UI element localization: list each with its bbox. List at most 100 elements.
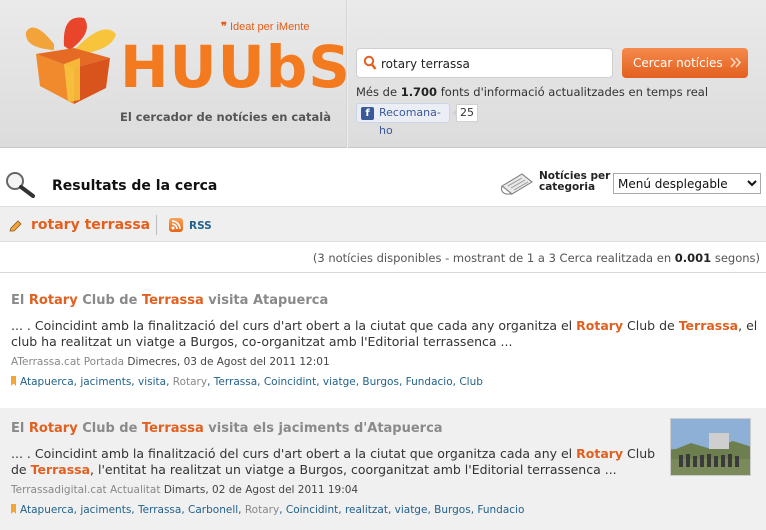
tag-link[interactable]: Fundacio [406, 376, 453, 388]
sources-prefix: Més de [356, 85, 398, 99]
result-source[interactable]: ATerrassa.cat Portada [11, 356, 124, 368]
snippet-part: , el [738, 318, 758, 333]
snippet-part: club ha realitzat un viatge a Burgos, co… [11, 334, 513, 349]
rss-icon[interactable] [169, 218, 183, 232]
facebook-like-count: 25 [452, 104, 478, 122]
tag-link[interactable]: Coincidint [286, 504, 338, 516]
search-box[interactable] [356, 48, 613, 78]
result-item: El Rotary Club de Terrassa visita Atapue… [0, 280, 766, 406]
result-thumbnail[interactable] [670, 418, 751, 476]
category-label: Notícies per categoria [539, 170, 611, 193]
search-input[interactable] [381, 54, 609, 74]
tagline: El cercador de notícies en català [120, 110, 331, 124]
tag-link[interactable]: Terrassa [138, 504, 181, 516]
title-part: visita Atapuerca [203, 293, 329, 308]
summary-suffix: segons) [714, 251, 760, 265]
result-title[interactable]: El Rotary Club de Terrassa visita els ja… [11, 421, 443, 436]
header: HUUbS ❞ Ideat per iMente El cercador de … [0, 0, 766, 148]
tag-link[interactable]: Rotary [245, 504, 279, 516]
search-button-label: Cercar notícies [633, 56, 723, 70]
tag-link[interactable]: Atapuerca [20, 376, 74, 388]
summary-time: 0.001 [674, 251, 712, 265]
result-tags: Atapuerca, jaciments, Terrassa, Carbonel… [11, 504, 524, 516]
query-text: rotary terrassa [31, 217, 151, 233]
result-title[interactable]: El Rotary Club de Terrassa visita Atapue… [11, 293, 328, 308]
title-part: Club de [77, 421, 142, 436]
tagline-top: ❞ Ideat per iMente [221, 20, 309, 33]
tag-link[interactable]: jaciments [80, 504, 131, 516]
snippet-part: Club de [623, 318, 679, 333]
header-divider [346, 0, 348, 148]
tag-link[interactable]: Club [459, 376, 483, 388]
sources-info: Més de 1.700 fonts d'informació actualit… [356, 85, 708, 99]
separator-line [0, 272, 766, 273]
snippet-part: Club [623, 446, 656, 461]
result-source[interactable]: Terrassadigital.cat Actualitat [11, 484, 160, 496]
tag-link[interactable]: Fundacio [477, 504, 524, 516]
pencil-icon [9, 220, 22, 232]
snippet-highlight: Rotary [576, 318, 624, 333]
tagline-top-text: Ideat per iMente [229, 21, 310, 33]
results-bar: Resultats de la cerca Notícies per categ… [0, 160, 766, 204]
result-date: Dimecres, 03 de Agost del 2011 12:01 [127, 356, 330, 368]
tag-link[interactable]: viatge [323, 376, 356, 388]
newspaper-icon [501, 173, 533, 195]
result-item: El Rotary Club de Terrassa visita els ja… [0, 408, 766, 530]
tag-link[interactable]: jaciments [80, 376, 131, 388]
rss-link[interactable]: RSS [189, 220, 212, 232]
title-part: visita els jaciments d'Atapuerca [203, 421, 443, 436]
facebook-like-button[interactable]: f Recomana-ho [356, 103, 450, 137]
result-snippet: ... . Coincidint amb la finalització del… [11, 446, 655, 478]
title-highlight: Rotary [28, 293, 78, 308]
tag-link[interactable]: Terrassa [214, 376, 257, 388]
facebook-icon: f [361, 107, 374, 120]
title-highlight: Terrassa [141, 421, 204, 436]
results-title: Resultats de la cerca [52, 178, 218, 194]
snippet-highlight: Terrassa [678, 318, 739, 333]
logo-area: HUUbS ❞ Ideat per iMente El cercador de … [0, 0, 350, 148]
sources-count: 1.700 [400, 85, 438, 99]
snippet-highlight: Rotary [576, 446, 624, 461]
tag-link[interactable]: Coincidint [264, 376, 316, 388]
result-meta: Terrassadigital.cat Actualitat Dimarts, … [11, 484, 358, 496]
snippet-highlight: Terrassa [30, 462, 91, 477]
query-bar: rotary terrassa RSS [0, 206, 766, 242]
tag-link[interactable]: Rotary [173, 376, 207, 388]
title-part: El [11, 293, 29, 308]
double-chevron-right-icon [730, 57, 742, 68]
facebook-like-label: Recomana-ho [379, 106, 441, 137]
tag-link[interactable]: Atapuerca [20, 504, 74, 516]
result-tags: Atapuerca, jaciments, visita, Rotary, Te… [11, 376, 483, 388]
gift-box-logo-icon[interactable] [24, 14, 119, 106]
snippet-part: ... . Coincidint amb la finalització del… [11, 446, 577, 461]
rss-glyph [171, 220, 181, 230]
search-button[interactable]: Cercar notícies [622, 48, 748, 78]
title-part: Club de [77, 293, 142, 308]
snippet-part: , l'entitat ha realitzat un viatge a Bur… [90, 462, 617, 477]
bookmark-icon [11, 376, 16, 386]
summary-prefix: (3 notícies disponibles - mostrant de 1 … [312, 251, 672, 265]
results-summary: (3 notícies disponibles - mostrant de 1 … [313, 251, 760, 265]
magnifier-icon [6, 172, 35, 198]
title-highlight: Rotary [28, 421, 78, 436]
result-meta: ATerrassa.cat Portada Dimecres, 03 de Ag… [11, 356, 330, 368]
tag-link[interactable]: Carbonell [188, 504, 238, 516]
result-snippet: ... . Coincidint amb la finalització del… [11, 318, 757, 350]
tag-link[interactable]: viatge [395, 504, 428, 516]
quote-glyph: ❞ [221, 21, 227, 33]
tag-link[interactable]: Burgos [434, 504, 471, 516]
snippet-part: ... . Coincidint amb la finalització del… [11, 318, 577, 333]
tag-link[interactable]: visita [138, 376, 166, 388]
category-select[interactable]: Menú desplegable [613, 173, 761, 194]
result-date: Dimarts, 02 de Agost del 2011 19:04 [163, 484, 359, 496]
title-part: El [11, 421, 29, 436]
bookmark-icon [11, 504, 16, 514]
thumbnail-photo [671, 419, 750, 475]
sources-suffix: fonts d'informació actualitzades en temp… [440, 85, 709, 99]
tag-link[interactable]: realitzat [345, 504, 388, 516]
search-icon [363, 55, 377, 70]
query-separator [156, 215, 157, 235]
title-highlight: Terrassa [141, 293, 204, 308]
logo-wordmark[interactable]: HUUbS [120, 32, 351, 102]
tag-link[interactable]: Burgos [362, 376, 399, 388]
